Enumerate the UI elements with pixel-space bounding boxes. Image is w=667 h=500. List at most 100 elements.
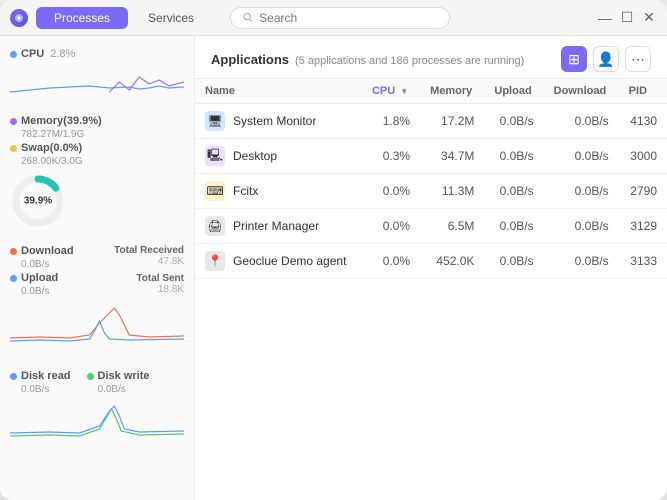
cpu-graph xyxy=(10,62,184,98)
table-header-row: Name CPU ▼ Memory Upload Download PID xyxy=(195,79,667,104)
table-row[interactable]: ⌨ Fcitx 0.0% 11.3M 0.0B/s 0.0B/s 2790 xyxy=(195,174,667,209)
app-name: Printer Manager xyxy=(233,219,319,233)
close-button[interactable]: ✕ xyxy=(641,10,657,26)
cell-memory: 11.3M xyxy=(420,174,484,209)
sidebar: CPU 2.8% Memory(39.9%) 782.27M/1.9G Swap… xyxy=(0,36,195,500)
app-icon: 🖨 xyxy=(205,216,225,236)
cell-cpu: 0.0% xyxy=(362,244,420,279)
grid-view-button[interactable]: ⊞ xyxy=(561,46,587,72)
memory-label: Memory(39.9%) xyxy=(10,115,184,127)
app-name: Fcitx xyxy=(233,184,258,198)
list-view-button[interactable]: 👤 xyxy=(593,46,619,72)
cpu-label: CPU 2.8% xyxy=(10,48,184,60)
total-received-label: Total Received xyxy=(114,245,184,256)
download-label: Download xyxy=(10,245,74,257)
search-bar[interactable] xyxy=(230,7,450,29)
panel-actions: ⊞ 👤 ⋯ xyxy=(561,46,651,72)
cell-download: 0.0B/s xyxy=(544,139,619,174)
cell-download: 0.0B/s xyxy=(544,244,619,279)
total-sent-value: 18.8K xyxy=(114,284,184,295)
app-icon: ⌨ xyxy=(205,181,225,201)
tab-group: Processes Services xyxy=(36,7,212,29)
network-graph xyxy=(10,303,184,347)
cell-memory: 452.0K xyxy=(420,244,484,279)
cell-name: 📍 Geoclue Demo agent xyxy=(195,244,362,279)
cell-upload: 0.0B/s xyxy=(484,139,543,174)
main-window: Processes Services — ☐ ✕ CPU 2.8% xyxy=(0,0,667,500)
cell-download: 0.0B/s xyxy=(544,209,619,244)
download-value: 0.0B/s xyxy=(21,259,74,270)
total-sent-label: Total Sent xyxy=(114,273,184,284)
sort-arrow: ▼ xyxy=(400,87,408,96)
app-icon xyxy=(10,9,28,27)
memory-dot xyxy=(10,118,17,125)
cell-cpu: 0.0% xyxy=(362,174,420,209)
swap-label: Swap(0.0%) xyxy=(10,142,184,154)
memory-section: Memory(39.9%) 782.27M/1.9G Swap(0.0%) 26… xyxy=(10,115,184,233)
cell-pid: 3000 xyxy=(619,139,667,174)
cell-pid: 3133 xyxy=(619,244,667,279)
cell-memory: 6.5M xyxy=(420,209,484,244)
download-dot xyxy=(10,248,17,255)
disk-read-value: 0.0B/s xyxy=(21,384,71,395)
cell-name: 🖨 Printer Manager xyxy=(195,209,362,244)
cell-upload: 0.0B/s xyxy=(484,209,543,244)
tab-processes[interactable]: Processes xyxy=(36,7,128,29)
process-table-wrap: Name CPU ▼ Memory Upload Download PID xyxy=(195,79,667,500)
col-upload[interactable]: Upload xyxy=(484,79,543,104)
process-table: Name CPU ▼ Memory Upload Download PID xyxy=(195,79,667,279)
tab-services[interactable]: Services xyxy=(130,7,212,29)
table-row[interactable]: 📍 Geoclue Demo agent 0.0% 452.0K 0.0B/s … xyxy=(195,244,667,279)
col-memory[interactable]: Memory xyxy=(420,79,484,104)
main-panel: Applications (5 applications and 186 pro… xyxy=(195,36,667,500)
app-name: Geoclue Demo agent xyxy=(233,254,346,268)
app-name: System Monitor xyxy=(233,114,316,128)
cell-memory: 17.2M xyxy=(420,104,484,139)
cell-upload: 0.0B/s xyxy=(484,244,543,279)
cell-cpu: 0.3% xyxy=(362,139,420,174)
disk-write-value: 0.0B/s xyxy=(98,384,150,395)
col-cpu[interactable]: CPU ▼ xyxy=(362,79,420,104)
col-download[interactable]: Download xyxy=(544,79,619,104)
search-icon xyxy=(243,12,253,23)
app-name: Desktop xyxy=(233,149,277,163)
panel-subtitle: (5 applications and 186 processes are ru… xyxy=(295,55,524,67)
swap-value: 268.00K/3.0G xyxy=(21,156,184,167)
memory-value: 782.27M/1.9G xyxy=(21,129,184,140)
cell-upload: 0.0B/s xyxy=(484,104,543,139)
cpu-section: CPU 2.8% xyxy=(10,48,184,107)
cell-memory: 34.7M xyxy=(420,139,484,174)
app-icon: 📍 xyxy=(205,251,225,271)
cell-cpu: 0.0% xyxy=(362,209,420,244)
swap-dot xyxy=(10,145,17,152)
filter-button[interactable]: ⋯ xyxy=(625,46,651,72)
table-row[interactable]: 🖨 Printer Manager 0.0% 6.5M 0.0B/s 0.0B/… xyxy=(195,209,667,244)
cell-pid: 2790 xyxy=(619,174,667,209)
cell-name: 🖳 Desktop xyxy=(195,139,362,174)
restore-button[interactable]: ☐ xyxy=(619,10,635,26)
donut-label: 39.9% xyxy=(24,196,52,207)
network-section: Download 0.0B/s Upload 0.0B/s Total Rece… xyxy=(10,245,184,356)
titlebar: Processes Services — ☐ ✕ xyxy=(0,0,667,36)
total-received-value: 47.8K xyxy=(114,256,184,267)
cell-pid: 4130 xyxy=(619,104,667,139)
app-icon: 🖳 xyxy=(205,146,225,166)
window-controls: — ☐ ✕ xyxy=(597,10,657,26)
cell-name: ⌨ Fcitx xyxy=(195,174,362,209)
search-input[interactable] xyxy=(259,11,437,25)
memory-row: 39.9% xyxy=(10,173,184,229)
disk-read-dot xyxy=(10,373,17,380)
table-row[interactable]: 🖳 Desktop 0.3% 34.7M 0.0B/s 0.0B/s 3000 xyxy=(195,139,667,174)
app-icon: 🖥 xyxy=(205,111,225,131)
cell-pid: 3129 xyxy=(619,209,667,244)
panel-title: Applications xyxy=(211,52,289,67)
table-row[interactable]: 🖥 System Monitor 1.8% 17.2M 0.0B/s 0.0B/… xyxy=(195,104,667,139)
col-pid[interactable]: PID xyxy=(619,79,667,104)
upload-value: 0.0B/s xyxy=(21,286,74,297)
col-name[interactable]: Name xyxy=(195,79,362,104)
minimize-button[interactable]: — xyxy=(597,10,613,26)
disk-write-dot xyxy=(87,373,94,380)
disk-write-label: Disk write xyxy=(87,370,150,382)
cell-download: 0.0B/s xyxy=(544,104,619,139)
panel-header: Applications (5 applications and 186 pro… xyxy=(195,36,667,79)
